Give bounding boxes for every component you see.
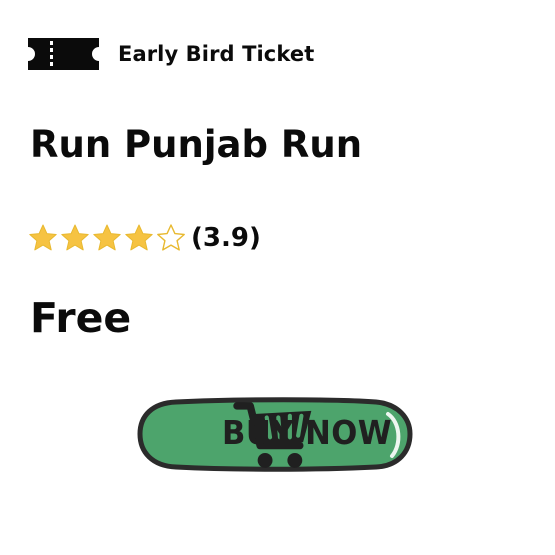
star-outline-icon: [157, 224, 185, 251]
ticket-type-label: Early Bird Ticket: [118, 42, 315, 66]
rating: (3.9): [28, 220, 261, 256]
star-filled-icon: [93, 224, 121, 251]
price: Free: [30, 294, 132, 342]
buy-now-button[interactable]: BUY NOW: [136, 396, 414, 472]
event-title: Run Punjab Run: [30, 123, 363, 166]
star-rating: [28, 223, 188, 253]
star-filled-icon: [29, 224, 57, 251]
star-filled-icon: [61, 224, 89, 251]
rating-value: (3.9): [191, 223, 261, 253]
ticket-type: Early Bird Ticket: [28, 36, 314, 72]
star-filled-icon: [125, 224, 153, 251]
buy-now-label: BUY NOW: [222, 413, 393, 452]
ticket-icon: [28, 38, 99, 70]
